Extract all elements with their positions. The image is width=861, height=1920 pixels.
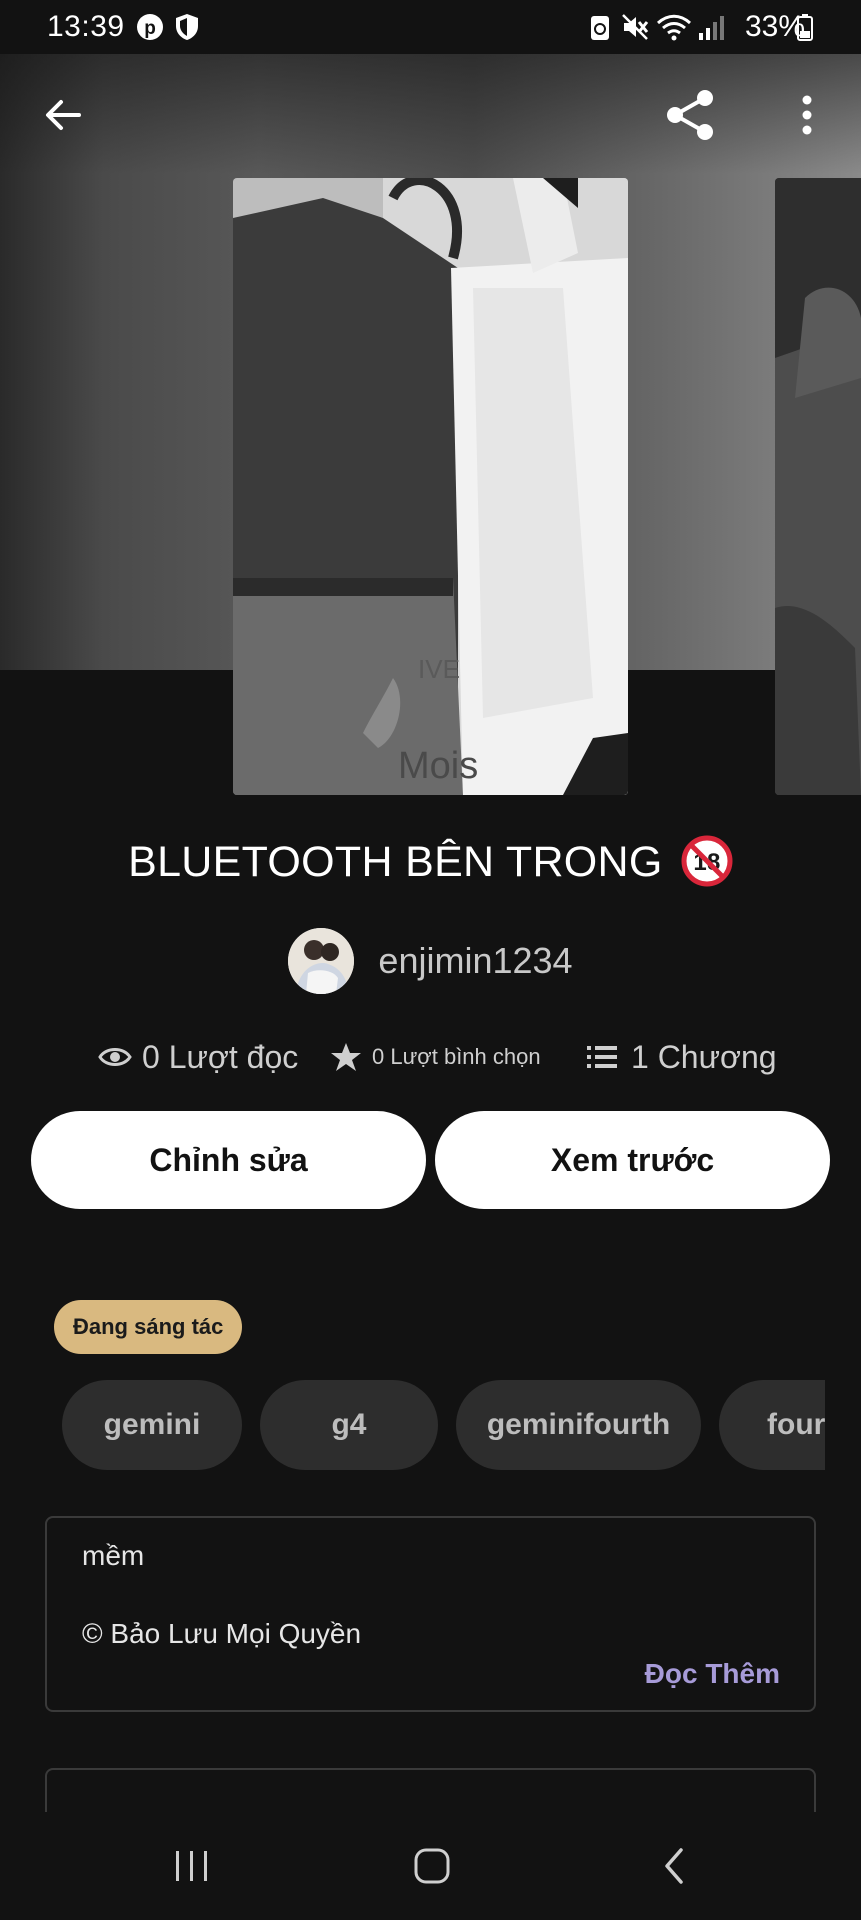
description-card: mềm © Bảo Lưu Mọi Quyền Đọc Thêm — [45, 1516, 816, 1712]
tag-geminifourth[interactable]: geminifourth — [456, 1380, 701, 1470]
signal-icon — [697, 13, 725, 49]
story-title: BLUETOOTH BÊN TRONG 18 — [0, 835, 861, 891]
system-nav-bar — [0, 1812, 861, 1920]
home-icon — [414, 1848, 450, 1884]
story-cover[interactable]: Mois IVE — [233, 178, 628, 795]
chapters-label: 1 Chương — [631, 1038, 777, 1075]
chevron-left-icon — [665, 1848, 683, 1884]
side-cover-image — [775, 178, 861, 795]
read-more-link[interactable]: Đọc Thêm — [645, 1658, 780, 1690]
avatar[interactable] — [288, 928, 355, 994]
reads-stat: 0 Lượt đọc — [98, 1034, 298, 1080]
shield-icon — [174, 13, 200, 49]
wifi-icon — [656, 13, 692, 49]
back-button[interactable] — [28, 80, 98, 150]
reads-label: 0 Lượt đọc — [142, 1038, 299, 1075]
cover-image: Mois IVE — [233, 178, 628, 795]
preview-button[interactable]: Xem trước — [435, 1111, 830, 1209]
chapters-stat: 1 Chương — [587, 1034, 777, 1080]
author-name[interactable]: enjimin1234 — [378, 940, 572, 982]
votes-label: 0 Lượt bình chọn — [372, 1044, 541, 1069]
tag-g4[interactable]: g4 — [260, 1380, 438, 1470]
battery-icon — [797, 13, 813, 49]
votes-stat: 0 Lượt bình chọn — [330, 1034, 541, 1080]
description-text: mềm — [82, 1540, 145, 1571]
tag-fourth[interactable]: fourth — [719, 1380, 825, 1470]
copyright-text: © Bảo Lưu Mọi Quyền — [82, 1618, 362, 1649]
status-bar: 13:39 p 33% — [0, 0, 861, 54]
next-story-cover[interactable] — [775, 178, 861, 795]
recent-apps-icon — [176, 1851, 207, 1881]
back-nav-button[interactable] — [639, 1834, 709, 1898]
pinterest-icon: p — [136, 13, 164, 49]
story-stats: 0 Lượt đọc 0 Lượt bình chọn 1 Chương — [0, 1034, 861, 1080]
share-icon — [667, 90, 713, 140]
star-icon — [331, 1043, 361, 1071]
more-vert-icon — [802, 95, 812, 135]
eye-icon — [98, 1048, 132, 1066]
story-title-text: BLUETOOTH BÊN TRONG — [128, 838, 663, 886]
status-badge: Đang sáng tác — [54, 1300, 243, 1354]
edit-button[interactable]: Chỉnh sửa — [31, 1111, 426, 1209]
author-row[interactable]: enjimin1234 — [0, 928, 861, 994]
tag-list: gemini g4 geminifourth fourth — [62, 1380, 825, 1470]
recycle-icon — [590, 13, 610, 49]
svg-text:p: p — [144, 18, 156, 39]
recent-apps-button[interactable] — [157, 1834, 227, 1898]
status-time: 13:39 — [47, 10, 125, 43]
no-under-18-icon: 18 — [681, 835, 733, 887]
list-icon — [587, 1046, 617, 1068]
share-button[interactable] — [655, 80, 725, 150]
battery-percent: 33% — [744, 10, 805, 43]
more-options-button[interactable] — [772, 80, 842, 150]
svg-text:Mois: Mois — [398, 745, 478, 787]
tag-gemini[interactable]: gemini — [62, 1380, 242, 1470]
home-button[interactable] — [397, 1834, 467, 1898]
svg-text:IVE: IVE — [418, 654, 460, 684]
mute-icon — [621, 13, 649, 49]
back-arrow-icon — [46, 100, 81, 130]
